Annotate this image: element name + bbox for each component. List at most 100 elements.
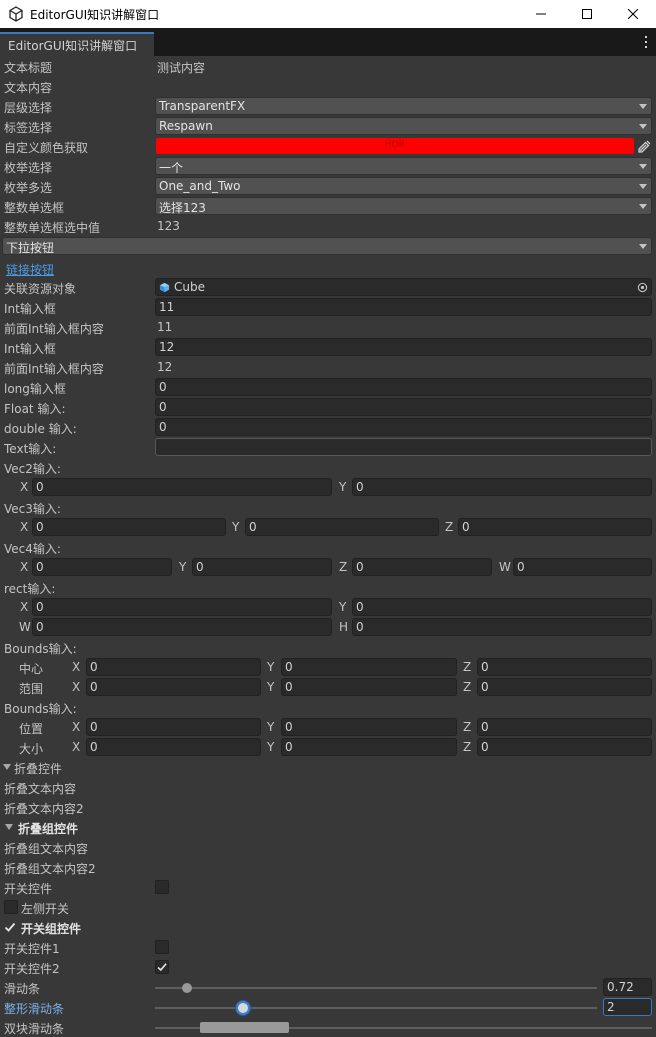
bounds1-extent-z-field[interactable]: 0 (477, 678, 652, 696)
x-axis-label[interactable]: X (72, 720, 80, 734)
object-field[interactable]: Cube (155, 278, 652, 296)
maximize-button[interactable] (564, 0, 610, 28)
foldout-row[interactable]: 折叠控件 (0, 757, 656, 777)
dropdown-button[interactable]: 下拉按钮 (2, 237, 652, 255)
x-axis-label[interactable]: X (20, 480, 28, 494)
z-axis-label[interactable]: Z (339, 560, 347, 574)
double-field[interactable]: 0 (155, 418, 652, 436)
y-axis-label[interactable]: Y (179, 560, 186, 574)
x-axis-label[interactable]: X (20, 520, 28, 534)
checkmark-icon[interactable] (3, 920, 17, 934)
bounds2-size-y-field[interactable]: 0 (281, 738, 457, 756)
x-axis-label[interactable]: X (20, 560, 28, 574)
bounds2-position-y-field[interactable]: 0 (281, 718, 457, 736)
rect-h-field[interactable]: 0 (352, 618, 652, 636)
w-axis-label[interactable]: W (499, 560, 511, 574)
kebab-menu-icon[interactable] (644, 36, 648, 48)
x-axis-label[interactable]: X (72, 680, 80, 694)
toggle2-checkbox[interactable] (155, 960, 169, 974)
vec2-y-field[interactable]: 0 (352, 478, 652, 496)
y-axis-label[interactable]: Y (232, 520, 239, 534)
bounds2-position-z-field[interactable]: 0 (477, 718, 652, 736)
z-axis-label[interactable]: Z (463, 740, 471, 754)
y-axis-label[interactable]: Y (267, 740, 274, 754)
foldout-expanded-icon[interactable] (3, 764, 11, 770)
y-axis-label[interactable]: Y (339, 480, 346, 494)
bounds1-center-y-field[interactable]: 0 (281, 658, 457, 676)
bounds2-size-x-field[interactable]: 0 (86, 738, 261, 756)
z-axis-label[interactable]: Z (463, 660, 471, 674)
int-field-2[interactable]: 12 (155, 338, 652, 356)
vec4-w-field[interactable]: 0 (513, 558, 652, 576)
chevron-down-icon (639, 184, 647, 189)
int-popup-dropdown[interactable]: 选择123 (155, 197, 652, 215)
vec2-label-row: Vec2输入: (0, 457, 656, 477)
enum-multi-dropdown[interactable]: One_and_Two (155, 177, 652, 195)
vec4-z-field[interactable]: 0 (352, 558, 492, 576)
toggle-checkbox[interactable] (155, 880, 169, 894)
enum-single-dropdown[interactable]: 一个 (155, 157, 652, 175)
toggle1-row: 开关控件1 (0, 937, 656, 957)
y-axis-label[interactable]: Y (339, 600, 346, 614)
slider-value-field[interactable]: 0.72 (603, 978, 652, 996)
chevron-down-icon (639, 204, 647, 209)
bounds2-size-label: 大小 (19, 742, 44, 756)
vec3-y-field[interactable]: 0 (245, 518, 439, 536)
object-picker-icon[interactable] (637, 282, 648, 293)
tag-dropdown[interactable]: Respawn (155, 117, 652, 135)
tab-editorgui-window[interactable]: EditorGUI知识讲解窗口 (0, 32, 154, 56)
rect-y-field[interactable]: 0 (352, 598, 652, 616)
z-axis-label[interactable]: Z (463, 680, 471, 694)
layer-dropdown[interactable]: TransparentFX (155, 97, 652, 115)
rect-x-field[interactable]: 0 (32, 598, 332, 616)
z-axis-label[interactable]: Z (445, 520, 453, 534)
int-slider-track[interactable] (155, 1007, 597, 1009)
y-axis-label[interactable]: Y (267, 720, 274, 734)
slider-track[interactable] (155, 987, 597, 989)
int-slider-value-field[interactable]: 2 (603, 998, 652, 1016)
foldout-label[interactable]: 折叠控件 (14, 760, 62, 777)
y-axis-label[interactable]: Y (267, 680, 274, 694)
toggle-group-label[interactable]: 开关组控件 (21, 920, 81, 937)
eyedropper-icon[interactable] (637, 138, 653, 154)
y-axis-label[interactable]: Y (267, 660, 274, 674)
x-axis-label[interactable]: X (72, 740, 80, 754)
bounds1-extent-x-field[interactable]: 0 (86, 678, 261, 696)
x-axis-label[interactable]: X (20, 600, 28, 614)
z-axis-label[interactable]: Z (463, 720, 471, 734)
minimize-button[interactable] (518, 0, 564, 28)
toggle1-checkbox[interactable] (155, 940, 169, 954)
toggle-left-label[interactable]: 左侧开关 (21, 900, 69, 917)
toggle-left-checkbox[interactable] (4, 900, 18, 914)
bounds1-center-row: 中心 X 0 Y 0 Z 0 (0, 657, 656, 677)
text-field[interactable] (155, 438, 652, 456)
bounds1-center-x-field[interactable]: 0 (86, 658, 261, 676)
long-field[interactable]: 0 (155, 378, 652, 396)
rect-w-field[interactable]: 0 (32, 618, 332, 636)
int-slider-thumb[interactable] (236, 1001, 251, 1015)
foldout-group-label[interactable]: 折叠组控件 (18, 820, 78, 837)
minmax-slider-range-thumb[interactable] (199, 1022, 290, 1033)
close-button[interactable] (610, 0, 656, 28)
color-field[interactable]: HDR (156, 138, 634, 154)
x-axis-label[interactable]: X (72, 660, 80, 674)
h-axis-label[interactable]: H (339, 620, 348, 634)
bounds1-center-z-field[interactable]: 0 (477, 658, 652, 676)
vec4-x-field[interactable]: 0 (32, 558, 172, 576)
vec3-x-field[interactable]: 0 (32, 518, 226, 536)
link-button[interactable]: 链接按钮 (6, 261, 54, 278)
bounds2-size-z-field[interactable]: 0 (477, 738, 652, 756)
w-axis-label[interactable]: W (19, 620, 31, 634)
vec4-y-field[interactable]: 0 (192, 558, 332, 576)
int-popup-selected-label: 整数单选框选中值 (4, 221, 101, 235)
slider-thumb[interactable] (181, 983, 192, 993)
float-field[interactable]: 0 (155, 398, 652, 416)
bounds1-extent-y-field[interactable]: 0 (281, 678, 457, 696)
vec2-x-field[interactable]: 0 (32, 478, 332, 496)
foldout-group-expanded-icon[interactable] (5, 824, 13, 830)
int-field-1[interactable]: 11 (155, 298, 652, 316)
bounds2-position-x-field[interactable]: 0 (86, 718, 261, 736)
foldout-group-row[interactable]: 折叠组控件 (0, 817, 656, 837)
vec3-z-field[interactable]: 0 (458, 518, 652, 536)
link-button-row: 链接按钮 (0, 258, 656, 278)
